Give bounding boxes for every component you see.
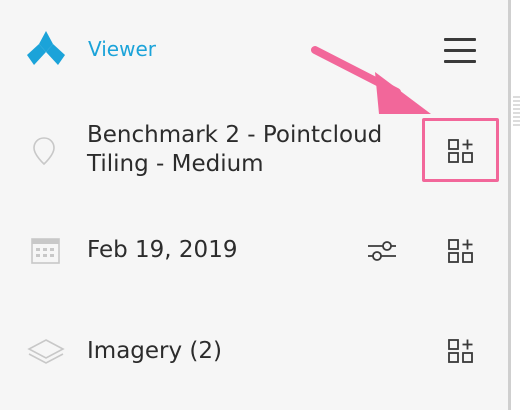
dataset-name-line2: Tiling - Medium [87,151,264,177]
app-title: Viewer [88,37,156,61]
add-widget-icon[interactable] [448,238,474,264]
panel-divider [508,0,511,410]
highlight-box [422,118,499,182]
scrollbar-edge[interactable] [508,0,520,410]
sidebar-panel: Viewer Benchmark 2 - Pointcloud Tiling -… [0,0,508,410]
add-widget-icon[interactable] [448,338,474,364]
pointer-arrow-icon [311,46,431,114]
imagery-label: Imagery (2) [87,338,222,364]
tri-blade-logo-icon [27,31,65,65]
layers-icon [27,339,65,364]
sliders-filter-icon[interactable] [367,238,397,264]
dataset-name-line1: Benchmark 2 - Pointcloud [87,122,383,148]
calendar-icon [31,238,60,264]
date-label: Feb 19, 2019 [87,237,238,263]
location-pin-icon [33,137,55,166]
hamburger-menu-icon[interactable] [444,38,476,64]
resize-grip[interactable] [513,96,520,126]
